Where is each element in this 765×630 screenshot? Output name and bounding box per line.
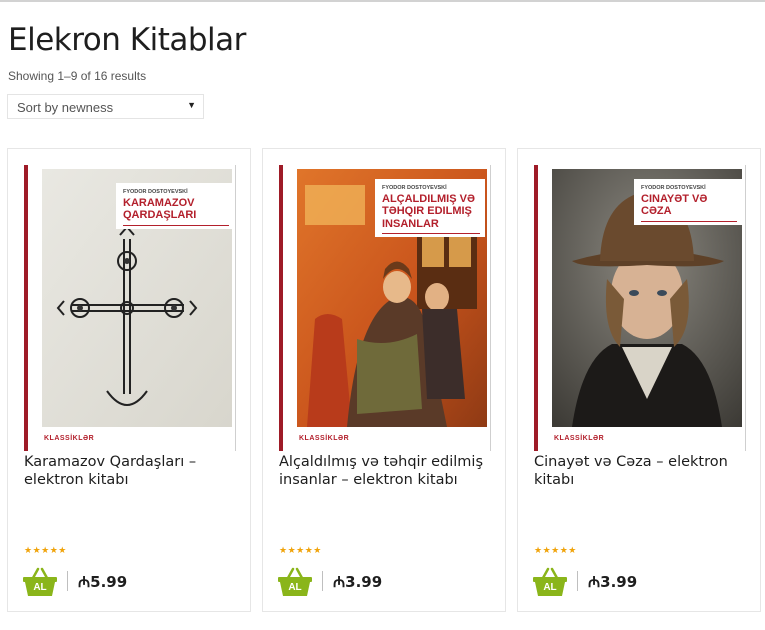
cover-edge (235, 165, 236, 451)
cover-title: Cinayət və Cəza (641, 193, 708, 218)
product-price: ₼3.99 (588, 572, 637, 592)
cover-title: Alçaldılmış və təhqir edilmiş insanlar (382, 193, 475, 230)
cover-edge (745, 165, 746, 451)
cover-author: FYODOR DOSTOYEVSKİ (382, 185, 447, 191)
cart-label: AL (288, 582, 302, 593)
page-title: Elekron Kitablar (8, 22, 246, 58)
add-to-cart-basket-icon[interactable]: AL (22, 567, 58, 597)
price-divider (67, 571, 68, 591)
add-to-cart-basket-icon[interactable]: AL (277, 567, 313, 597)
manat-currency-icon: ₼ (78, 573, 91, 591)
price-value: 3.99 (600, 573, 638, 591)
cover-title-box: FYODOR DOSTOYEVSKİ Alçaldılmış və təhqir… (375, 179, 485, 237)
cover-series: KLASSİKLƏR (554, 435, 605, 442)
cover-edge (490, 165, 491, 451)
cover-series: KLASSİKLƏR (299, 435, 350, 442)
sort-selected-label: Sort by newness (17, 100, 114, 115)
cover-spine (279, 165, 283, 451)
manat-currency-icon: ₼ (588, 573, 601, 591)
product-price: ₼3.99 (333, 572, 382, 592)
price-value: 5.99 (90, 573, 128, 591)
cover-title: Karamazov Qardaşları (123, 197, 197, 222)
product-price: ₼5.99 (78, 572, 127, 592)
book-cover[interactable]: FYODOR DOSTOYEVSKİ Alçaldılmış və təhqir… (279, 165, 491, 451)
sort-select[interactable]: Sort by newness ▼ (7, 94, 204, 119)
product-title-link[interactable]: Cinayət və Cəza – elektron kitabı (534, 453, 744, 489)
cover-title-rule (641, 220, 737, 222)
product-title-link[interactable]: Karamazov Qardaşları – elektron kitabı (24, 453, 234, 489)
top-border (0, 0, 765, 2)
cover-author: FYODOR DOSTOYEVSKİ (641, 185, 706, 191)
cart-label: AL (33, 582, 47, 593)
dropdown-arrow-icon: ▼ (187, 100, 196, 110)
product-card: FYODOR DOSTOYEVSKİ Karamazov Qardaşları … (7, 148, 251, 612)
price-divider (322, 571, 323, 591)
rating-stars: ★★★★★ (279, 545, 322, 555)
book-cover[interactable]: FYODOR DOSTOYEVSKİ Cinayət və Cəza KLASS… (534, 165, 746, 451)
cover-title-box: FYODOR DOSTOYEVSKİ Cinayət və Cəza (634, 179, 742, 225)
rating-stars: ★★★★★ (24, 545, 67, 555)
cover-title-rule (382, 232, 480, 234)
manat-currency-icon: ₼ (333, 573, 346, 591)
result-count: Showing 1–9 of 16 results (8, 69, 147, 83)
cover-title-box: FYODOR DOSTOYEVSKİ Karamazov Qardaşları (116, 183, 234, 229)
price-divider (577, 571, 578, 591)
add-to-cart-basket-icon[interactable]: AL (532, 567, 568, 597)
book-cover[interactable]: FYODOR DOSTOYEVSKİ Karamazov Qardaşları … (24, 165, 236, 451)
product-title-link[interactable]: Alçaldılmış və təhqir edilmiş insanlar –… (279, 453, 489, 489)
rating-stars: ★★★★★ (534, 545, 577, 555)
product-card: FYODOR DOSTOYEVSKİ Alçaldılmış və təhqir… (262, 148, 506, 612)
cover-series: KLASSİKLƏR (44, 435, 95, 442)
cover-spine (24, 165, 28, 451)
price-value: 3.99 (345, 573, 383, 591)
cart-label: AL (543, 582, 557, 593)
cover-spine (534, 165, 538, 451)
product-card: FYODOR DOSTOYEVSKİ Cinayət və Cəza KLASS… (517, 148, 761, 612)
cover-author: FYODOR DOSTOYEVSKİ (123, 189, 188, 195)
cover-title-rule (123, 224, 229, 226)
